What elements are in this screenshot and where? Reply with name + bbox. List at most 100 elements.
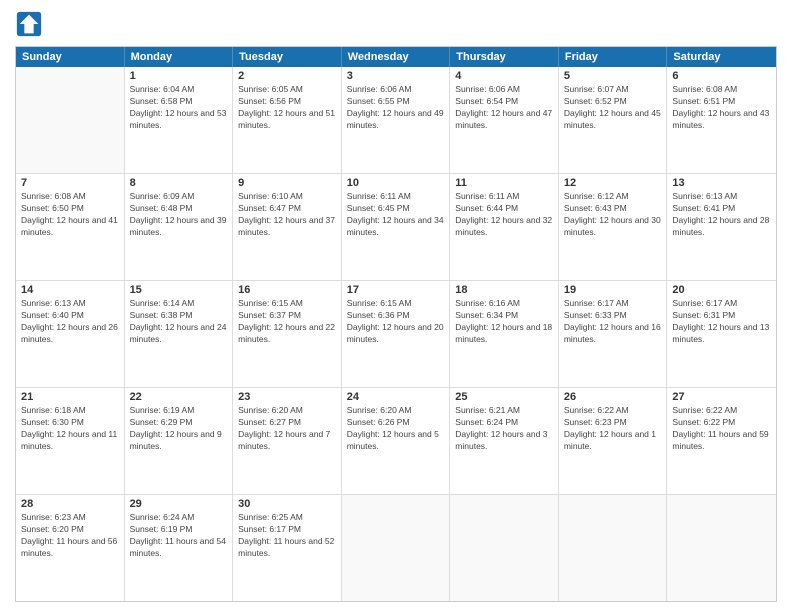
daylight-text: Daylight: 12 hours and 20 minutes. (347, 322, 445, 346)
day-cell-6: 6Sunrise: 6:08 AMSunset: 6:51 PMDaylight… (667, 67, 776, 173)
sunrise-text: Sunrise: 6:06 AM (455, 84, 553, 96)
day-number: 1 (130, 70, 228, 82)
day-cell-24: 24Sunrise: 6:20 AMSunset: 6:26 PMDayligh… (342, 388, 451, 494)
sunset-text: Sunset: 6:17 PM (238, 524, 336, 536)
calendar: SundayMondayTuesdayWednesdayThursdayFrid… (15, 46, 777, 602)
daylight-text: Daylight: 12 hours and 32 minutes. (455, 215, 553, 239)
sunrise-text: Sunrise: 6:06 AM (347, 84, 445, 96)
day-cell-13: 13Sunrise: 6:13 AMSunset: 6:41 PMDayligh… (667, 174, 776, 280)
sunrise-text: Sunrise: 6:20 AM (238, 405, 336, 417)
sunset-text: Sunset: 6:27 PM (238, 417, 336, 429)
daylight-text: Daylight: 12 hours and 26 minutes. (21, 322, 119, 346)
header-day-sunday: Sunday (16, 47, 125, 67)
day-number: 14 (21, 284, 119, 296)
sunset-text: Sunset: 6:50 PM (21, 203, 119, 215)
day-number: 13 (672, 177, 771, 189)
sunset-text: Sunset: 6:33 PM (564, 310, 662, 322)
day-number: 16 (238, 284, 336, 296)
day-number: 17 (347, 284, 445, 296)
calendar-row-2: 14Sunrise: 6:13 AMSunset: 6:40 PMDayligh… (16, 281, 776, 388)
day-number: 5 (564, 70, 662, 82)
header-day-tuesday: Tuesday (233, 47, 342, 67)
day-cell-28: 28Sunrise: 6:23 AMSunset: 6:20 PMDayligh… (16, 495, 125, 601)
day-number: 24 (347, 391, 445, 403)
day-number: 4 (455, 70, 553, 82)
sunrise-text: Sunrise: 6:11 AM (347, 191, 445, 203)
daylight-text: Daylight: 12 hours and 37 minutes. (238, 215, 336, 239)
daylight-text: Daylight: 11 hours and 59 minutes. (672, 429, 771, 453)
day-cell-17: 17 Sunrise: 6:15 AMSunset: 6:36 PMDayligh… (342, 281, 451, 387)
day-number: 27 (672, 391, 771, 403)
sunset-text: Sunset: 6:47 PM (238, 203, 336, 215)
day-cell-30: 30Sunrise: 6:25 AMSunset: 6:17 PMDayligh… (233, 495, 342, 601)
sunrise-text: Sunrise: 6:14 AM (130, 298, 228, 310)
daylight-text: Daylight: 11 hours and 52 minutes. (238, 536, 336, 560)
calendar-row-1: 7Sunrise: 6:08 AMSunset: 6:50 PMDaylight… (16, 174, 776, 281)
daylight-text: Daylight: 12 hours and 39 minutes. (130, 215, 228, 239)
sunrise-text: Sunrise: 6:23 AM (21, 512, 119, 524)
day-number: 3 (347, 70, 445, 82)
sunset-text: Sunset: 6:43 PM (564, 203, 662, 215)
day-cell-19: 19Sunrise: 6:17 AMSunset: 6:33 PMDayligh… (559, 281, 668, 387)
day-cell-25: 25Sunrise: 6:21 AMSunset: 6:24 PMDayligh… (450, 388, 559, 494)
sunrise-text: Sunrise: 6:22 AM (564, 405, 662, 417)
sunset-text: Sunset: 6:40 PM (21, 310, 119, 322)
sunrise-text: Sunrise: 6:20 AM (347, 405, 445, 417)
sunset-text: Sunset: 6:20 PM (21, 524, 119, 536)
empty-cell-4-4 (450, 495, 559, 601)
day-cell-14: 14 Sunrise: 6:13 AMSunset: 6:40 PMDayligh… (16, 281, 125, 387)
day-number: 21 (21, 391, 119, 403)
sunrise-text: Sunrise: 6:24 AM (130, 512, 228, 524)
page-header (15, 10, 777, 38)
sunset-text: Sunset: 6:45 PM (347, 203, 445, 215)
sunrise-text: Sunrise: 6:16 AM (455, 298, 553, 310)
day-number: 9 (238, 177, 336, 189)
daylight-text: Daylight: 12 hours and 24 minutes. (130, 322, 228, 346)
sunset-text: Sunset: 6:24 PM (455, 417, 553, 429)
daylight-text: Daylight: 12 hours and 3 minutes. (455, 429, 553, 453)
logo-icon (15, 10, 43, 38)
day-cell-18: 18Sunrise: 6:16 AMSunset: 6:34 PMDayligh… (450, 281, 559, 387)
sunrise-text: Sunrise: 6:18 AM (21, 405, 119, 417)
daylight-text: Daylight: 12 hours and 11 minutes. (21, 429, 119, 453)
day-cell-2: 2Sunrise: 6:05 AMSunset: 6:56 PMDaylight… (233, 67, 342, 173)
logo (15, 10, 47, 38)
sunset-text: Sunset: 6:19 PM (130, 524, 228, 536)
day-cell-7: 7Sunrise: 6:08 AMSunset: 6:50 PMDaylight… (16, 174, 125, 280)
sunrise-text: Sunrise: 6:15 AM (347, 298, 445, 310)
empty-cell-4-5 (559, 495, 668, 601)
sunset-text: Sunset: 6:26 PM (347, 417, 445, 429)
sunrise-text: Sunrise: 6:10 AM (238, 191, 336, 203)
sunrise-text: Sunrise: 6:22 AM (672, 405, 771, 417)
header-day-monday: Monday (125, 47, 234, 67)
daylight-text: Daylight: 12 hours and 16 minutes. (564, 322, 662, 346)
sunrise-text: Sunrise: 6:07 AM (564, 84, 662, 96)
calendar-row-4: 28 Sunrise: 6:23 AMSunset: 6:20 PM Dayligh… (16, 495, 776, 601)
sunrise-text: Sunrise: 6:12 AM (564, 191, 662, 203)
empty-cell-4-3 (342, 495, 451, 601)
day-number: 29 (130, 498, 228, 510)
sunset-text: Sunset: 6:38 PM (130, 310, 228, 322)
day-number: 28 (21, 498, 119, 510)
day-number: 23 (238, 391, 336, 403)
header-day-saturday: Saturday (667, 47, 776, 67)
sunset-text: Sunset: 6:55 PM (347, 96, 445, 108)
day-number: 10 (347, 177, 445, 189)
daylight-text: Daylight: 12 hours and 28 minutes. (672, 215, 771, 239)
daylight-text: Daylight: 12 hours and 45 minutes. (564, 108, 662, 132)
sunrise-text: Sunrise: 6:13 AM (21, 298, 119, 310)
sunset-text: Sunset: 6:52 PM (564, 96, 662, 108)
calendar-row-3: 21Sunrise: 6:18 AMSunset: 6:30 PMDayligh… (16, 388, 776, 495)
day-cell-29: 29Sunrise: 6:24 AMSunset: 6:19 PMDayligh… (125, 495, 234, 601)
daylight-text: Daylight: 12 hours and 18 minutes. (455, 322, 553, 346)
sunset-text: Sunset: 6:36 PM (347, 310, 445, 322)
daylight-text: Daylight: 12 hours and 22 minutes. (238, 322, 336, 346)
sunrise-text: Sunrise: 6:21 AM (455, 405, 553, 417)
sunrise-text: Sunrise: 6:17 AM (672, 298, 771, 310)
sunset-text: Sunset: 6:56 PM (238, 96, 336, 108)
day-cell-9: 9 Sunrise: 6:10 AMSunset: 6:47 PMDaylight… (233, 174, 342, 280)
sunset-text: Sunset: 6:54 PM (455, 96, 553, 108)
day-number: 15 (130, 284, 228, 296)
sunrise-text: Sunrise: 6:13 AM (672, 191, 771, 203)
sunset-text: Sunset: 6:44 PM (455, 203, 553, 215)
